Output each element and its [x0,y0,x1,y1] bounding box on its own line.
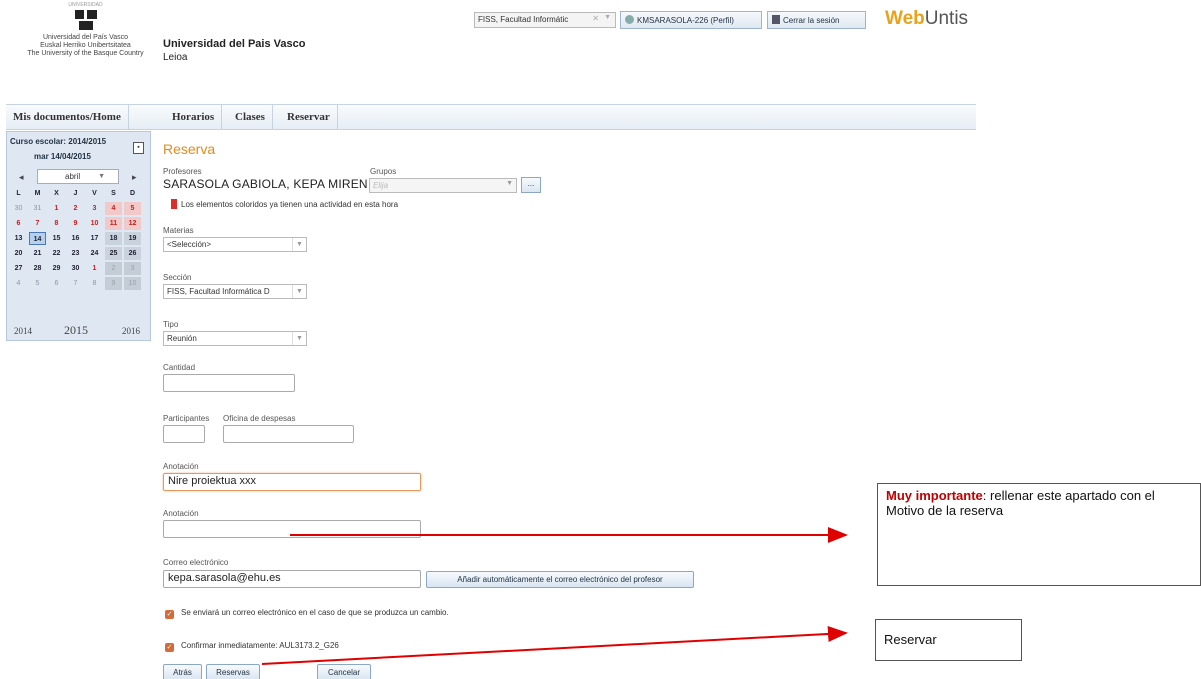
annotation-arrows [261,527,848,665]
arrow-to-reserve [261,625,848,665]
